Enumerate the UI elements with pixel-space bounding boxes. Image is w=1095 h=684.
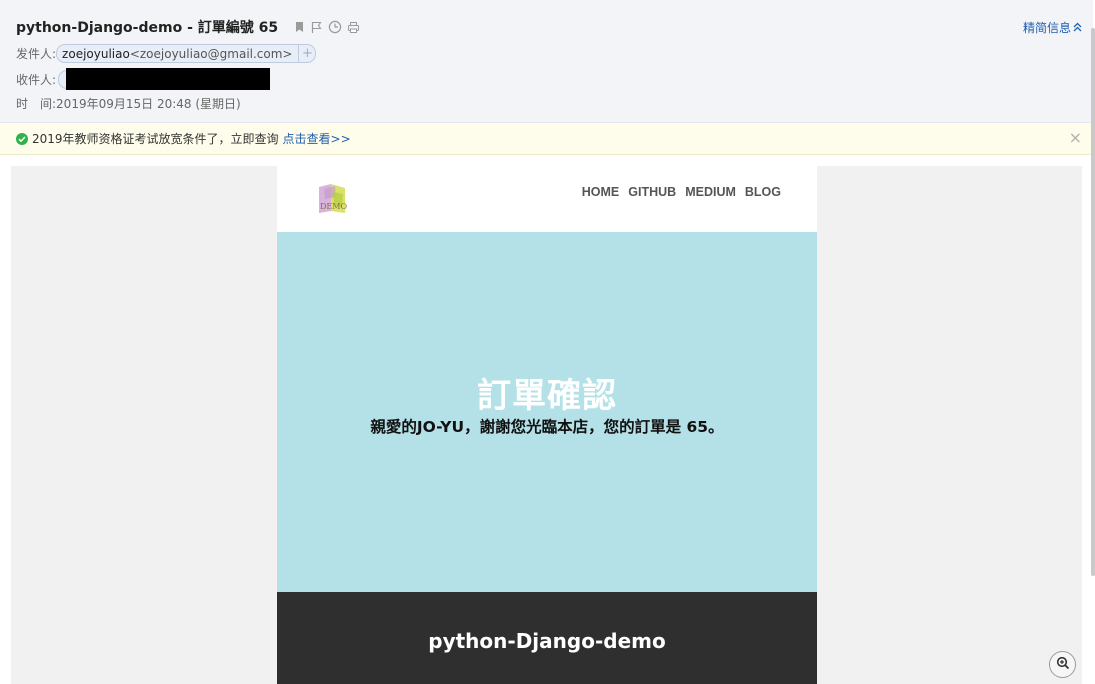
notice-bar: 2019年教师资格证考试放宽条件了，立即查询 点击查看>> × [0,123,1093,155]
recipient-label: 收件人: [16,72,57,87]
flag-icon[interactable] [310,21,323,34]
nav-blog-link[interactable]: BLOG [745,185,781,199]
mail-header: python-Django-demo - 訂單編號 65 精简信息 发件人: z… [0,0,1093,123]
print-icon[interactable] [347,21,360,34]
sender-name: zoejoyuliao [62,46,130,61]
check-circle-icon [16,132,28,145]
time-value: 2019年09月15日 20:48 (星期日) [56,97,241,111]
nav-home-link[interactable]: HOME [582,185,620,199]
logo-text: DEMO [320,202,347,211]
email-footer: python-Django-demo [277,592,817,684]
add-contact-button[interactable]: + [298,45,315,62]
scrollbar[interactable] [1091,28,1095,576]
zoom-button[interactable] [1049,651,1076,678]
mail-subject: python-Django-demo - 訂單編號 65 [16,20,279,36]
email-nav-links: HOME GITHUB MEDIUM BLOG [582,185,781,199]
summary-toggle-label: 精简信息 [1022,21,1071,35]
recipient-row: 收件人: [16,68,271,90]
sender-label: 发件人: [16,47,57,61]
time-label: 时 间: [16,97,57,111]
summary-toggle-link[interactable]: 精简信息 [1023,19,1082,36]
bookmark-icon[interactable] [294,21,305,33]
redacted-recipient [66,68,271,90]
zoom-icon [1056,655,1070,674]
time-row: 时 间: 2019年09月15日 20:48 (星期日) [16,95,241,112]
email-nav: DEMO HOME GITHUB MEDIUM BLOG [277,166,817,232]
nav-github-link[interactable]: GITHUB [628,185,676,199]
hero-section: 訂單確認 親愛的JO-YU，謝謝您光臨本店，您的訂單是 65。 [277,232,817,592]
subject-row: python-Django-demo - 訂單編號 65 [16,17,360,37]
sender-address: <zoejoyuliao@gmail.com> [129,46,293,61]
subject-actions [294,20,360,34]
hero-title: 訂單確認 [477,376,617,416]
close-icon[interactable]: × [1069,128,1082,147]
email-card: DEMO HOME GITHUB MEDIUM BLOG 訂單確認 親愛的JO-… [277,166,817,684]
footer-title: python-Django-demo [428,629,666,653]
demo-logo[interactable]: DEMO [315,183,349,215]
double-chevron-up-icon [1073,21,1082,35]
nav-medium-link[interactable]: MEDIUM [685,185,736,199]
notice-link[interactable]: 点击查看>> [283,130,351,147]
clock-icon[interactable] [328,20,342,34]
notice-text: 2019年教师资格证考试放宽条件了，立即查询 [32,132,279,146]
hero-message: 親愛的JO-YU，謝謝您光臨本店，您的訂單是 65。 [370,418,724,436]
sender-row: 发件人: zoejoyuliao <zoejoyuliao@gmail.com>… [16,44,317,63]
sender-chip[interactable]: zoejoyuliao <zoejoyuliao@gmail.com> + [56,44,317,63]
email-content-area: DEMO HOME GITHUB MEDIUM BLOG 訂單確認 親愛的JO-… [11,166,1082,684]
